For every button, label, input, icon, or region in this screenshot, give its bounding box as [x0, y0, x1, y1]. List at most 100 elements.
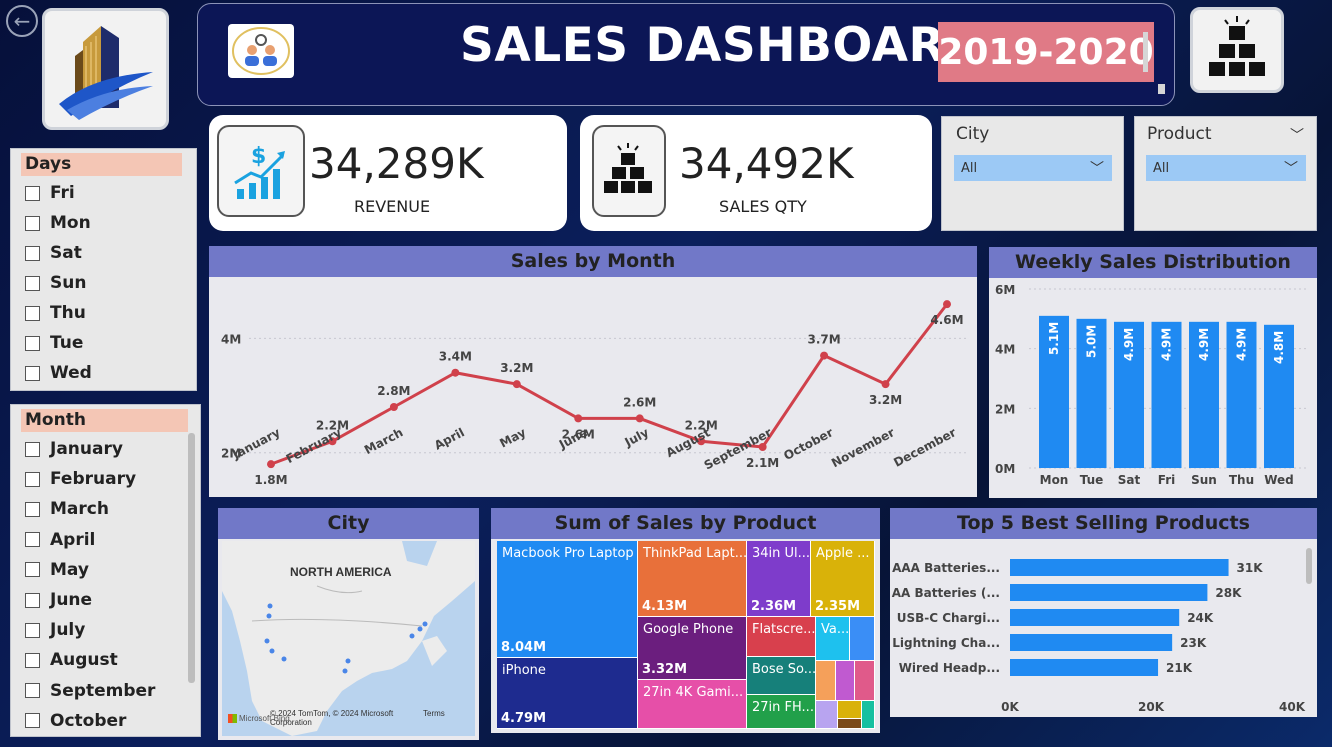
- checkbox[interactable]: [25, 245, 40, 261]
- sales-by-month-panel: Sales by Month 2M 4M 1.8M January 2.2M Februa…: [209, 246, 977, 497]
- sales-by-month-chart: 2M4M1.8MJanuary2.2MFebruary2.8MMarch3.4M…: [221, 300, 969, 487]
- product-dropdown-value: All: [1153, 160, 1170, 176]
- treemap-tile[interactable]: ThinkPad Lapt... 4.13M: [638, 541, 747, 617]
- product-dropdown[interactable]: All ﹀: [1146, 155, 1306, 181]
- checkbox[interactable]: [25, 441, 40, 457]
- slicer-item-september[interactable]: September: [11, 676, 200, 706]
- chevron-down-icon[interactable]: ﹀: [1290, 125, 1304, 145]
- checkbox[interactable]: [25, 365, 40, 381]
- weekly-sales-chart: 0M 2M 4M 6M 5.1M Mon 5.0M Tue 4.9M Sat 4.9M Fri 4.9M…: [995, 283, 1309, 487]
- slicer-item-january[interactable]: January: [11, 434, 200, 464]
- slicer-item-sat[interactable]: Sat: [11, 238, 196, 268]
- treemap-tile-label: Flatscre...: [752, 622, 816, 637]
- treemap-tile[interactable]: [838, 719, 862, 729]
- map-brand-label: Microsoft Bing: [239, 714, 290, 723]
- x-tick-label: January: [229, 425, 282, 462]
- bar: [1010, 634, 1173, 651]
- treemap-tile[interactable]: [850, 617, 875, 661]
- checkbox[interactable]: [25, 215, 40, 231]
- slicer-item-april[interactable]: April: [11, 525, 200, 555]
- checkbox[interactable]: [25, 275, 40, 291]
- slicer-item-wed[interactable]: Wed: [11, 358, 196, 388]
- map-brand: Microsoft Bing: [228, 714, 290, 723]
- treemap-tile[interactable]: 27in FH...: [747, 695, 816, 729]
- checkbox[interactable]: [25, 592, 40, 608]
- treemap-tile[interactable]: iPhone 4.79M: [497, 658, 638, 729]
- slicer-item-thu[interactable]: Thu: [11, 298, 196, 328]
- slicer-item-august[interactable]: August: [11, 645, 200, 675]
- treemap-tile[interactable]: Va...: [816, 617, 850, 661]
- sales-by-month-title: Sales by Month: [209, 246, 977, 277]
- x-tick-label: October: [781, 425, 835, 463]
- slicer-item-tue[interactable]: Tue: [11, 328, 196, 358]
- treemap-tile[interactable]: [816, 701, 838, 729]
- treemap-tile-value: 2.36M: [751, 599, 797, 614]
- checkbox[interactable]: [25, 305, 40, 321]
- checkbox[interactable]: [25, 501, 40, 517]
- data-label: 2.6M: [623, 395, 656, 409]
- revenue-label: REVENUE: [354, 197, 431, 216]
- top5-scrollbar[interactable]: [1306, 548, 1312, 584]
- slicer-item-label: October: [50, 710, 127, 731]
- treemap-tile[interactable]: [862, 701, 875, 729]
- x-tick-label: 40K: [1279, 700, 1306, 714]
- slicer-item-february[interactable]: February: [11, 464, 200, 494]
- slicer-item-label: Sun: [50, 273, 87, 293]
- treemap-tile[interactable]: Flatscre...: [747, 617, 816, 657]
- slicer-item-label: January: [50, 439, 123, 460]
- top5-panel: Top 5 Best Selling Products AAA Batterie…: [890, 508, 1317, 717]
- slicer-item-mon[interactable]: Mon: [11, 208, 196, 238]
- slicer-item-june[interactable]: June: [11, 585, 200, 615]
- map-terms-link[interactable]: Terms: [423, 709, 445, 718]
- slicer-item-label: Mon: [50, 213, 91, 233]
- treemap-tile[interactable]: 34in Ul... 2.36M: [747, 541, 811, 617]
- treemap-tile[interactable]: 27in 4K Gami...: [638, 680, 747, 729]
- page-title: SALES DASHBOARD: [460, 18, 985, 73]
- treemap-tile-value: 8.04M: [501, 640, 547, 655]
- data-point: [820, 351, 829, 360]
- data-label: 28K: [1215, 586, 1242, 600]
- treemap-tile[interactable]: [838, 701, 862, 719]
- treemap-tile[interactable]: [836, 661, 855, 701]
- treemap-tile[interactable]: [816, 661, 836, 701]
- slicer-item-fri[interactable]: Fri: [11, 178, 196, 208]
- data-label: 4.9M: [1197, 328, 1211, 361]
- checkbox[interactable]: [25, 185, 40, 201]
- slicer-item-july[interactable]: July: [11, 615, 200, 645]
- y-tick-label: 0M: [995, 462, 1015, 476]
- treemap-tile-label: Macbook Pro Laptop: [502, 546, 634, 561]
- slicer-item-sun[interactable]: Sun: [11, 268, 196, 298]
- checkbox[interactable]: [25, 683, 40, 699]
- treemap-tile[interactable]: Google Phone 3.32M: [638, 617, 747, 680]
- treemap-tile[interactable]: Apple ... 2.35M: [811, 541, 875, 617]
- data-label: 4.9M: [1235, 328, 1249, 361]
- map-attribution: © 2024 TomTom, © 2024 Microsoft Corporat…: [270, 709, 394, 727]
- slicer-item-may[interactable]: May: [11, 555, 200, 585]
- y-tick-label: 4M: [995, 343, 1015, 357]
- checkbox[interactable]: [25, 471, 40, 487]
- data-label: 31K: [1237, 561, 1264, 575]
- slicer-item-october[interactable]: October: [11, 706, 200, 736]
- x-tick-label: December: [891, 425, 958, 470]
- treemap-tile[interactable]: [855, 661, 875, 701]
- treemap-tile-label: iPhone: [502, 663, 546, 678]
- x-tick-label: Sun: [1191, 473, 1217, 487]
- city-dropdown[interactable]: All ﹀: [954, 155, 1112, 181]
- top5-title: Top 5 Best Selling Products: [890, 508, 1317, 539]
- checkbox[interactable]: [25, 622, 40, 638]
- data-point: [267, 460, 275, 469]
- data-label: 24K: [1187, 611, 1214, 625]
- checkbox[interactable]: [25, 532, 40, 548]
- checkbox[interactable]: [25, 562, 40, 578]
- checkbox[interactable]: [25, 713, 40, 729]
- treemap-tile[interactable]: Macbook Pro Laptop 8.04M: [497, 541, 638, 658]
- checkbox[interactable]: [25, 335, 40, 351]
- month-scrollbar[interactable]: [188, 433, 195, 683]
- checkbox[interactable]: [25, 652, 40, 668]
- sales-qty-card: 34,492K SALES QTY: [580, 115, 932, 231]
- back-button[interactable]: ←: [6, 5, 38, 37]
- slicer-item-label: August: [50, 650, 118, 671]
- treemap-tile-label: ThinkPad Lapt...: [643, 546, 747, 561]
- treemap-tile[interactable]: Bose So...: [747, 657, 816, 695]
- slicer-item-march[interactable]: March: [11, 494, 200, 524]
